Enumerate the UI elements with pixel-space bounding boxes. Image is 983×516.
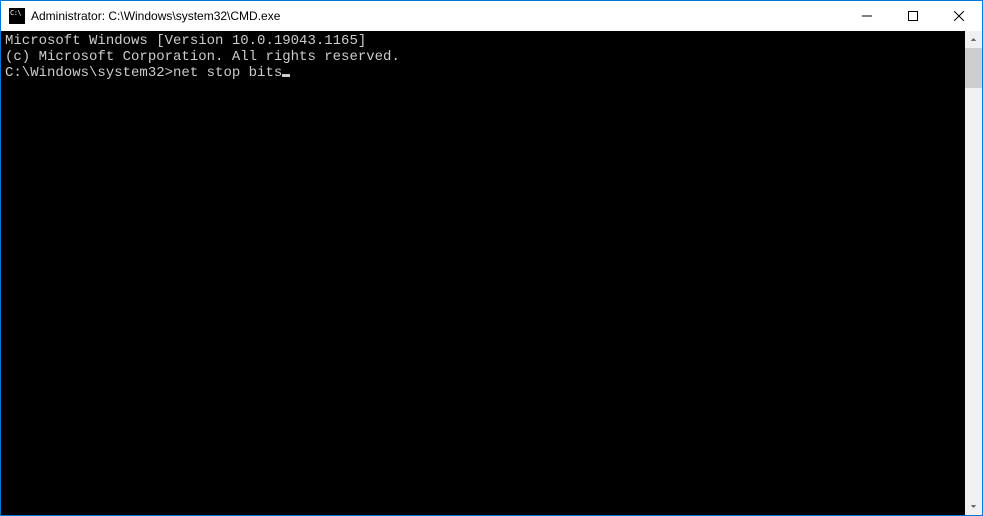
window-title: Administrator: C:\Windows\system32\CMD.e… — [31, 9, 844, 23]
minimize-icon — [862, 11, 872, 21]
close-button[interactable] — [936, 1, 982, 31]
chevron-up-icon — [970, 36, 977, 43]
scrollbar-track[interactable] — [965, 48, 982, 498]
maximize-icon — [908, 11, 918, 21]
window-controls — [844, 1, 982, 31]
client-area: Microsoft Windows [Version 10.0.19043.11… — [1, 31, 982, 515]
copyright-line: (c) Microsoft Corporation. All rights re… — [5, 49, 965, 65]
command-text: net stop bits — [173, 65, 282, 81]
prompt-text: C:\Windows\system32> — [5, 65, 173, 81]
cmd-window: Administrator: C:\Windows\system32\CMD.e… — [1, 1, 982, 515]
titlebar[interactable]: Administrator: C:\Windows\system32\CMD.e… — [1, 1, 982, 31]
version-line: Microsoft Windows [Version 10.0.19043.11… — [5, 33, 965, 49]
minimize-button[interactable] — [844, 1, 890, 31]
maximize-button[interactable] — [890, 1, 936, 31]
prompt-line: C:\Windows\system32>net stop bits — [5, 65, 965, 81]
cursor-icon — [282, 74, 290, 77]
scroll-up-button[interactable] — [965, 31, 982, 48]
scroll-down-button[interactable] — [965, 498, 982, 515]
terminal-output[interactable]: Microsoft Windows [Version 10.0.19043.11… — [1, 31, 965, 515]
chevron-down-icon — [970, 503, 977, 510]
cmd-icon — [9, 8, 25, 24]
close-icon — [954, 11, 964, 21]
scrollbar-thumb[interactable] — [965, 48, 982, 88]
vertical-scrollbar[interactable] — [965, 31, 982, 515]
